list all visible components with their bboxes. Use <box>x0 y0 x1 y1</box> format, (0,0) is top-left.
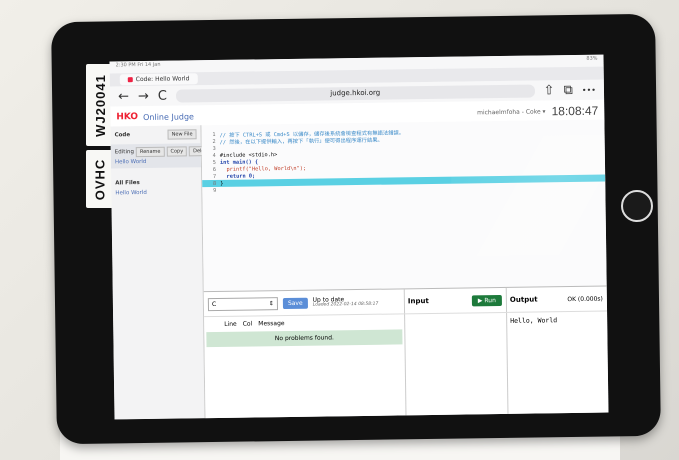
favicon-icon <box>127 77 133 83</box>
col-col: Col <box>242 320 253 328</box>
user-menu[interactable]: michaelmfoha - Coke ▾ <box>477 108 546 116</box>
all-files-header: All Files <box>111 175 201 190</box>
col-message: Message <box>258 320 285 328</box>
language-select[interactable]: C ⇕ <box>207 296 279 311</box>
save-status: Up to date Loaded 2022-02-14 08:58:17 <box>313 296 379 307</box>
tab-title: Code: Hello World <box>135 75 190 84</box>
tablet-screen: 2:30 PM Fri 14 Jan 83% Code: Hello World… <box>109 54 609 420</box>
input-title: Input <box>407 297 429 306</box>
rename-button[interactable]: Rename <box>135 146 165 158</box>
editing-label: Editing <box>114 149 134 156</box>
output-pane: Output OK (0.000s) Hello, World <box>505 286 609 415</box>
code-text: } <box>220 180 224 187</box>
new-file-button[interactable]: New File <box>167 129 197 140</box>
code-text: return 0; <box>220 172 256 180</box>
sticker-label-2: OVHC <box>92 158 108 200</box>
tabs-icon[interactable]: ⧉ <box>563 83 573 98</box>
code-text: #include <stdio.h> <box>219 151 278 159</box>
copy-button[interactable]: Copy <box>166 146 188 157</box>
sticker-label: WJ20041 <box>92 73 108 137</box>
all-files-label: All Files <box>115 180 140 187</box>
line-number: 9 <box>213 187 217 194</box>
col-line: Line <box>224 320 237 328</box>
code-editor[interactable]: 1// 按下 CTRL+S 或 Cmd+S 以儲存，儲存後系統會檢查程式有無語法… <box>201 119 607 292</box>
more-icon[interactable]: ••• <box>582 85 596 94</box>
output-title: Output <box>509 295 538 304</box>
address-bar[interactable]: judge.hkoi.org <box>175 84 535 103</box>
chevron-down-icon: ⇕ <box>268 299 274 307</box>
line-number: 4 <box>212 152 216 159</box>
compile-pane: C ⇕ Save Up to date Loaded 2022-02-14 08… <box>203 289 407 420</box>
code-header: Code New File <box>110 125 200 144</box>
reload-icon[interactable]: C <box>158 88 167 103</box>
main-area: Code New File Editing Rename Copy Delete… <box>110 119 609 420</box>
no-problems-row: No problems found. <box>206 329 403 348</box>
app-title: Online Judge <box>143 111 194 122</box>
editing-section: Editing Rename Copy Delete Hello World <box>110 143 214 169</box>
output-text: Hello, World <box>510 316 558 325</box>
line-number: 3 <box>212 145 216 152</box>
forward-arrow-icon[interactable]: → <box>138 88 149 103</box>
back-arrow-icon[interactable]: ← <box>118 89 129 104</box>
home-button[interactable] <box>621 190 653 222</box>
save-button[interactable]: Save <box>282 297 308 309</box>
compile-controls: C ⇕ Save Up to date Loaded 2022-02-14 08… <box>203 289 405 318</box>
run-label: Run <box>484 296 496 304</box>
bottom-panels: C ⇕ Save Up to date Loaded 2022-02-14 08… <box>203 285 609 420</box>
hkoi-logo[interactable]: HKO <box>116 112 138 122</box>
line-number: 5 <box>212 159 216 166</box>
input-pane: Input ▶ Run <box>403 287 509 417</box>
browser-tab[interactable]: Code: Hello World <box>119 73 198 86</box>
file-list-item[interactable]: Hello World <box>111 189 201 196</box>
loaded-time: Loaded 2022-02-14 08:58:17 <box>312 301 379 308</box>
code-label: Code <box>114 132 131 139</box>
input-textarea[interactable] <box>404 313 507 414</box>
output-status: OK (0.000s) <box>567 295 603 303</box>
share-icon[interactable]: ⇧ <box>544 83 555 98</box>
run-button[interactable]: ▶ Run <box>471 294 502 306</box>
code-text: printf("Hello, World\n"); <box>220 165 307 173</box>
line-number: 7 <box>212 173 217 180</box>
file-sidebar: Code New File Editing Rename Copy Delete… <box>110 125 214 420</box>
line-number: 6 <box>212 166 217 173</box>
output-header: Output OK (0.000s) <box>505 286 608 313</box>
current-file: Hello World <box>114 158 147 166</box>
code-text: int main() { <box>219 158 259 166</box>
asset-sticker-2: OVHC <box>86 150 114 208</box>
language-value: C <box>211 300 217 308</box>
input-header: Input ▶ Run <box>403 287 507 315</box>
line-number: 2 <box>212 138 216 145</box>
status-time: 2:30 PM Fri 14 Jan <box>115 61 161 69</box>
line-number: 1 <box>212 131 216 138</box>
server-clock: 18:08:47 <box>551 103 599 119</box>
battery-indicator: 83% <box>586 55 598 62</box>
line-number: 8 <box>212 180 217 187</box>
url-text: judge.hkoi.org <box>330 88 381 98</box>
